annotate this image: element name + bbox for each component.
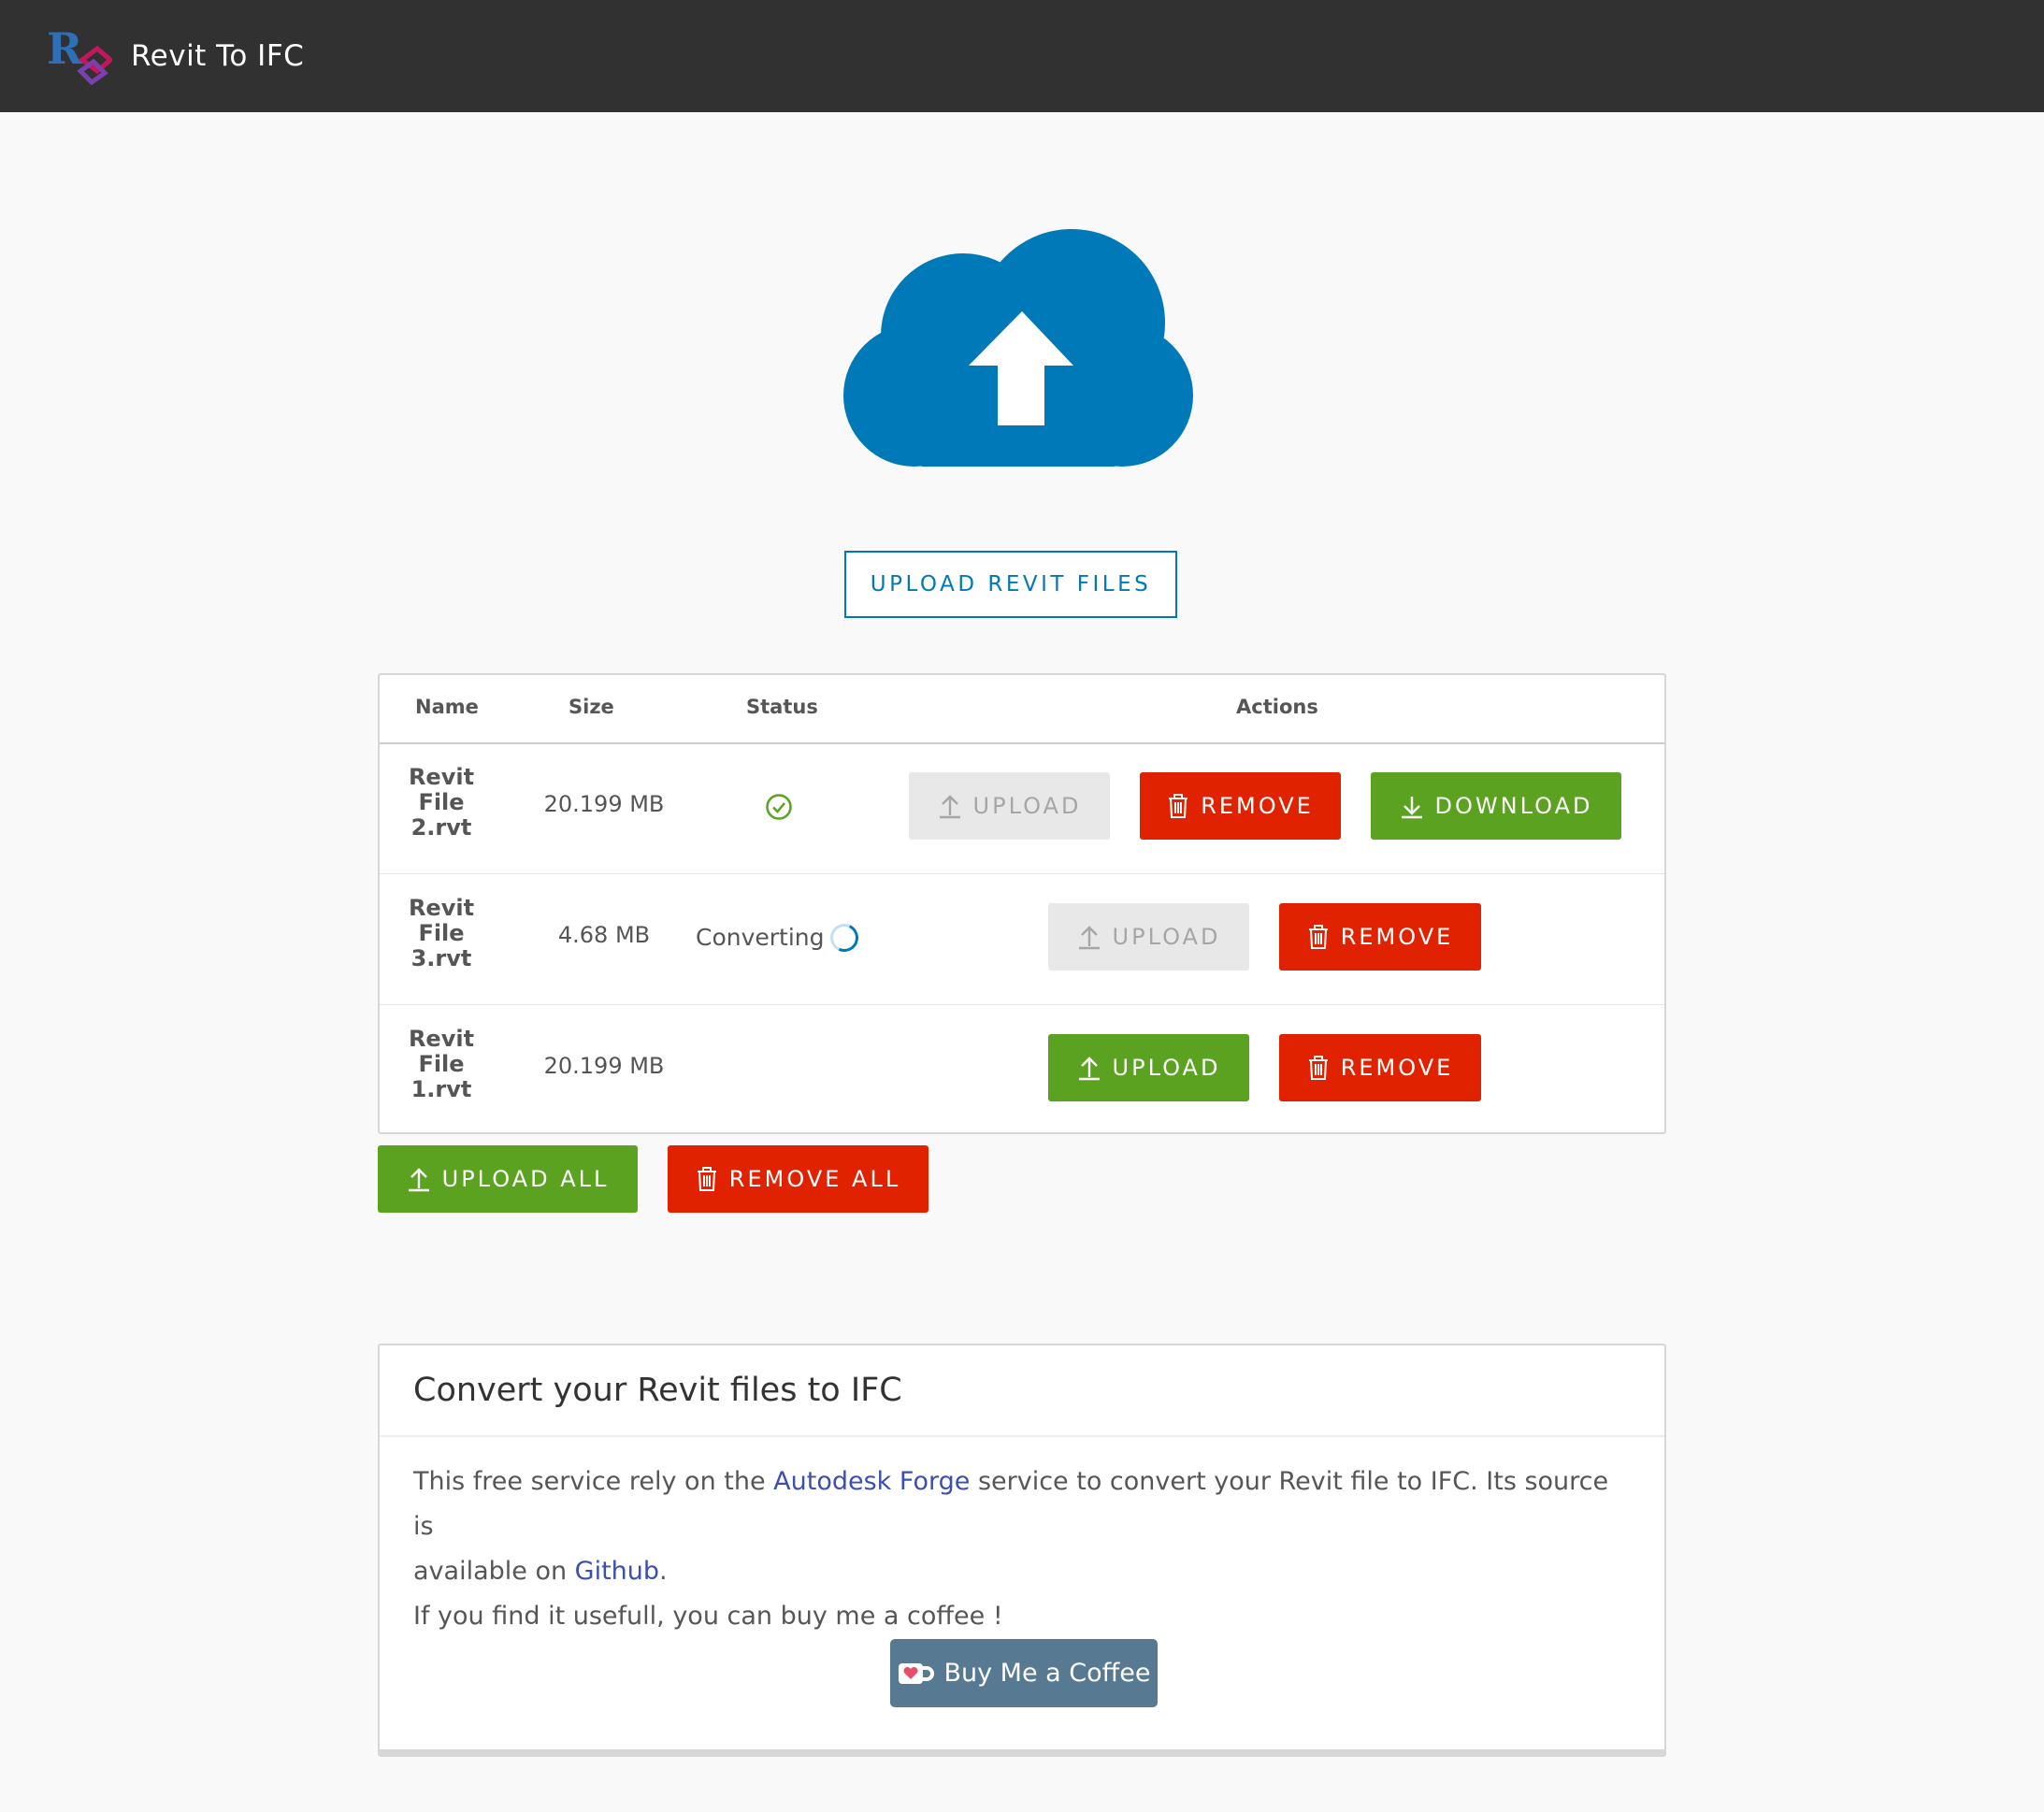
- table-row: Revit File 1.rvt 20.199 MB UPLOAD REMOVE: [380, 1004, 1664, 1135]
- check-circle-icon: [766, 794, 792, 820]
- column-header-name: Name: [415, 696, 479, 718]
- upload-button[interactable]: UPLOAD: [1048, 903, 1249, 971]
- upload-icon: [1078, 926, 1100, 950]
- column-header-actions: Actions: [1236, 696, 1318, 718]
- buy-me-a-coffee-button[interactable]: Buy Me a Coffee: [890, 1639, 1158, 1707]
- remove-all-button[interactable]: REMOVE ALL: [668, 1145, 928, 1213]
- info-card: Convert your Revit files to IFC This fre…: [378, 1344, 1666, 1757]
- upload-icon: [1078, 1057, 1100, 1081]
- spinner-icon: [826, 919, 863, 956]
- upload-button[interactable]: UPLOAD: [909, 772, 1110, 840]
- upload-button[interactable]: UPLOAD: [1048, 1034, 1249, 1101]
- table-row: Revit File 3.rvt 4.68 MB Converting UPLO…: [380, 873, 1664, 1005]
- description-line-2: available on Github.: [413, 1557, 668, 1586]
- upload-icon: [939, 795, 960, 819]
- file-name: Revit File 2.rvt: [408, 764, 475, 841]
- file-size: 4.68 MB: [557, 922, 651, 948]
- file-name: Revit File 1.rvt: [408, 1026, 475, 1102]
- svg-text:R: R: [47, 23, 83, 74]
- column-header-status: Status: [746, 696, 818, 718]
- table-header: Name Size Status Actions: [380, 675, 1664, 744]
- file-size: 20.199 MB: [543, 791, 665, 817]
- status-text: Converting: [696, 924, 825, 951]
- cloud-upload-icon[interactable]: [832, 229, 1210, 467]
- trash-icon: [1169, 794, 1188, 818]
- card-body: This free service rely on the Autodesk F…: [380, 1437, 1664, 1661]
- remove-button[interactable]: REMOVE: [1279, 1034, 1481, 1101]
- upload-revit-files-button[interactable]: UPLOAD REVIT FILES: [844, 551, 1177, 618]
- table-row: Revit File 2.rvt 20.199 MB UPLOAD REMOVE…: [380, 742, 1664, 874]
- github-link[interactable]: Github: [575, 1557, 659, 1586]
- card-title: Convert your Revit files to IFC: [380, 1345, 1664, 1437]
- download-icon: [1401, 797, 1422, 819]
- upload-all-button[interactable]: UPLOAD ALL: [378, 1145, 638, 1213]
- file-name: Revit File 3.rvt: [408, 895, 475, 971]
- trash-icon: [697, 1167, 716, 1191]
- column-header-size: Size: [569, 696, 614, 718]
- files-table: Name Size Status Actions Revit File 2.rv…: [378, 673, 1666, 1134]
- logo-icon: R: [47, 23, 112, 86]
- file-size: 20.199 MB: [543, 1053, 665, 1079]
- top-header: R Revit To IFC: [0, 0, 2044, 112]
- remove-button[interactable]: REMOVE: [1140, 772, 1341, 840]
- trash-icon: [1308, 925, 1328, 949]
- app-title: Revit To IFC: [131, 39, 305, 73]
- autodesk-forge-link[interactable]: Autodesk Forge: [773, 1467, 970, 1496]
- upload-icon: [408, 1168, 429, 1192]
- trash-icon: [1308, 1056, 1328, 1080]
- description-line-3: If you find it usefull, you can buy me a…: [413, 1602, 1003, 1631]
- description-line-1: This free service rely on the Autodesk F…: [413, 1467, 1609, 1541]
- download-button[interactable]: DOWNLOAD: [1371, 772, 1621, 840]
- remove-button[interactable]: REMOVE: [1279, 903, 1481, 971]
- coffee-cup-icon: [899, 1662, 935, 1684]
